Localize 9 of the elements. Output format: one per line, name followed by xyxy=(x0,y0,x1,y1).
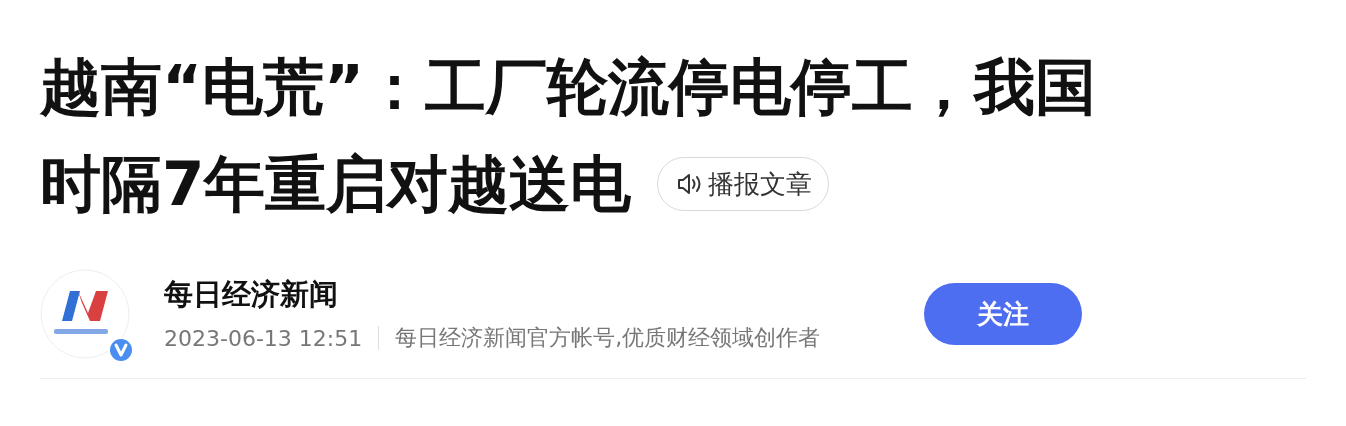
speaker-icon xyxy=(676,171,703,196)
article-title: 越南“电荒”：工厂轮流停电停工，我国 xyxy=(40,50,1097,124)
author-description: 每日经济新闻官方帐号,优质财经领域创作者 xyxy=(395,324,821,352)
read-aloud-button[interactable]: 播报文章 xyxy=(657,156,830,211)
article-title: 时隔7年重启对越送电 xyxy=(40,147,632,221)
author-name[interactable]: 每日经济新闻 xyxy=(164,275,924,315)
publish-date: 2023-06-13 12:51 xyxy=(164,325,363,351)
avatar-logo[interactable] xyxy=(40,269,130,359)
follow-button[interactable]: 关注 xyxy=(924,283,1082,345)
